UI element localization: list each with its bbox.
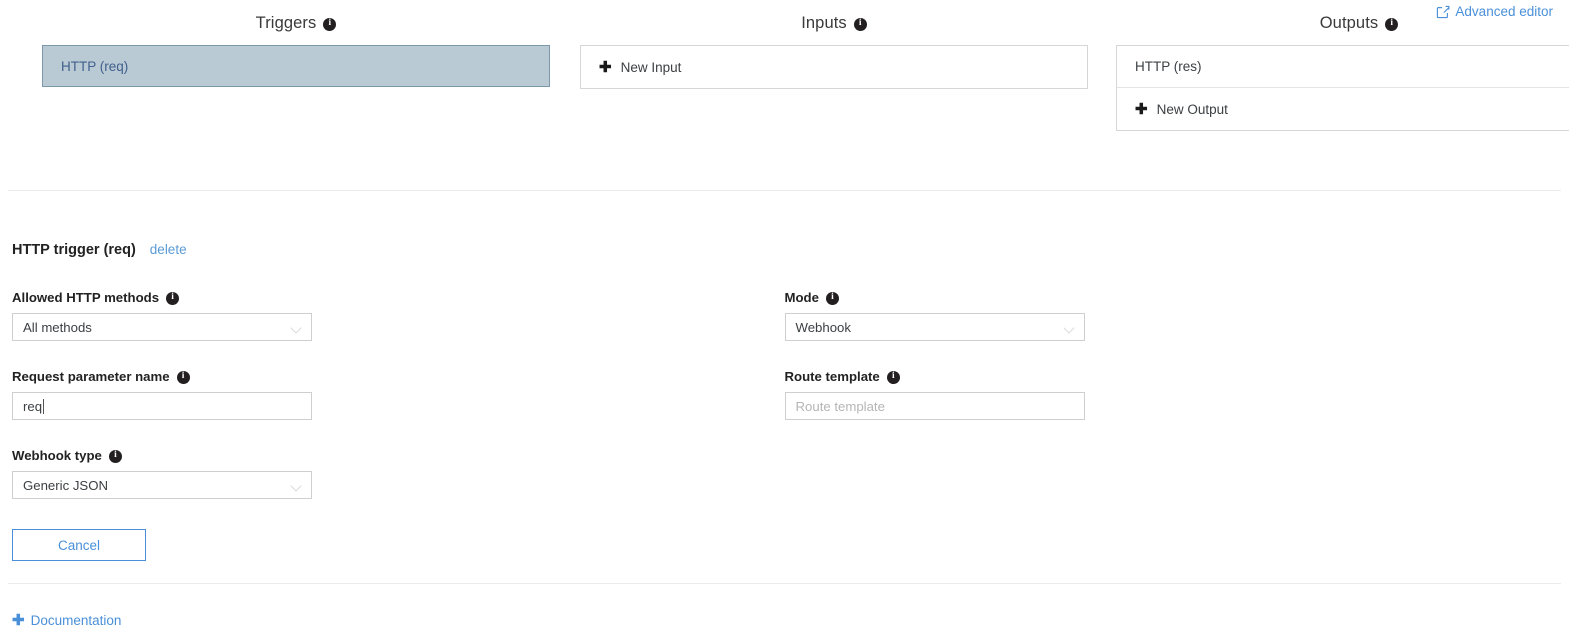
inputs-title-label: Inputs: [801, 14, 847, 32]
field-webhook-type: Webhook type Generic JSON: [12, 448, 785, 499]
info-icon[interactable]: [853, 18, 867, 31]
request-parameter-name-label: Request parameter name: [12, 369, 785, 384]
request-parameter-name-label-text: Request parameter name: [12, 369, 170, 384]
outputs-panel: HTTP (res) ✚ New Output: [1116, 45, 1569, 131]
plus-icon: ✚: [1135, 100, 1148, 118]
mode-label: Mode: [785, 290, 1558, 305]
route-template-label-text: Route template: [784, 369, 880, 384]
info-icon[interactable]: [825, 292, 839, 305]
triggers-column: Triggers HTTP (req): [42, 14, 550, 131]
trigger-item-http-req[interactable]: HTTP (req): [42, 45, 550, 87]
new-input-button[interactable]: ✚ New Input: [581, 46, 1087, 88]
outputs-title-label: Outputs: [1319, 14, 1379, 32]
trigger-detail-panel: HTTP trigger (req) delete Allowed HTTP m…: [12, 242, 1557, 561]
mode-value: Webhook: [795, 319, 851, 335]
outputs-title: Outputs: [1116, 14, 1569, 33]
output-item-http-res[interactable]: HTTP (res): [1117, 46, 1569, 88]
webhook-type-value: Generic JSON: [23, 477, 109, 493]
mode-select[interactable]: Webhook: [784, 313, 1085, 341]
form-actions: Cancel: [12, 529, 785, 561]
triggers-title-label: Triggers: [255, 14, 317, 32]
route-template-label: Route template: [785, 369, 1558, 384]
allowed-http-methods-label: Allowed HTTP methods: [12, 290, 785, 305]
trigger-form: Allowed HTTP methods All methods Request…: [12, 290, 1557, 561]
new-input-label: New Input: [620, 59, 682, 75]
delete-link[interactable]: delete: [150, 242, 187, 257]
allowed-http-methods-select[interactable]: All methods: [12, 313, 312, 341]
webhook-type-select[interactable]: Generic JSON: [12, 471, 312, 499]
inputs-column: Inputs ✚ New Input: [580, 14, 1088, 131]
info-icon[interactable]: [108, 450, 122, 463]
page-title: HTTP trigger (req): [12, 242, 136, 258]
plus-icon: ✚: [599, 58, 612, 76]
function-editor-integrate-pane: Advanced editor Triggers HTTP (req) Inpu…: [0, 0, 1569, 644]
webhook-type-label-text: Webhook type: [12, 448, 102, 463]
inputs-title: Inputs: [580, 14, 1088, 33]
documentation-link[interactable]: ✚ Documentation: [12, 613, 121, 628]
info-icon[interactable]: [176, 371, 190, 384]
new-output-button[interactable]: ✚ New Output: [1117, 88, 1569, 130]
field-request-parameter-name: Request parameter name req: [12, 369, 785, 420]
form-column-right: Mode Webhook Route template Route templa…: [784, 290, 1558, 561]
info-icon[interactable]: [323, 18, 337, 31]
request-parameter-name-input[interactable]: req: [12, 392, 312, 420]
info-icon[interactable]: [1385, 18, 1399, 31]
plus-icon: ✚: [12, 612, 25, 629]
mode-label-text: Mode: [784, 290, 819, 305]
route-template-placeholder: Route template: [795, 398, 885, 414]
new-output-label: New Output: [1156, 101, 1228, 117]
outputs-column: Outputs HTTP (res) ✚ New Output: [1116, 14, 1569, 131]
route-template-input[interactable]: Route template: [784, 392, 1085, 420]
allowed-http-methods-label-text: Allowed HTTP methods: [12, 290, 160, 305]
trigger-item-label: HTTP (req): [61, 58, 129, 74]
field-route-template: Route template Route template: [784, 369, 1558, 420]
field-mode: Mode Webhook: [784, 290, 1558, 341]
bindings-columns: Triggers HTTP (req) Inputs ✚ New Input: [0, 0, 1569, 131]
info-icon[interactable]: [166, 292, 180, 305]
webhook-type-label: Webhook type: [12, 448, 785, 463]
allowed-http-methods-value: All methods: [23, 319, 92, 335]
output-item-label: HTTP (res): [1135, 59, 1202, 74]
trigger-detail-header: HTTP trigger (req) delete: [12, 242, 1557, 258]
form-column-left: Allowed HTTP methods All methods Request…: [12, 290, 785, 561]
documentation-label: Documentation: [30, 613, 122, 628]
triggers-title: Triggers: [42, 14, 550, 33]
text-caret: [43, 398, 45, 414]
field-allowed-http-methods: Allowed HTTP methods All methods: [12, 290, 785, 341]
cancel-button[interactable]: Cancel: [12, 529, 146, 561]
inputs-panel: ✚ New Input: [580, 45, 1088, 89]
section-divider-bottom: [8, 583, 1561, 584]
request-parameter-name-value: req: [23, 398, 43, 414]
section-divider-top: [8, 190, 1561, 191]
info-icon[interactable]: [886, 371, 900, 384]
